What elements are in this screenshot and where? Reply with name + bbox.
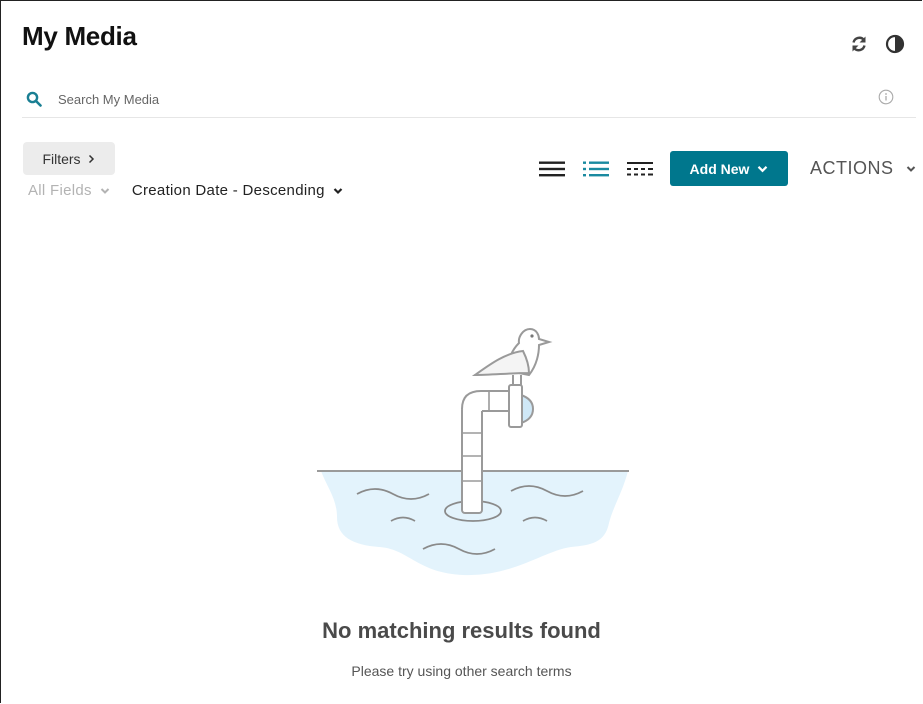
empty-state-subtitle: Please try using other search terms (351, 663, 572, 679)
seagull-periscope-illustration (317, 327, 629, 576)
field-filter-label: All Fields (28, 182, 92, 199)
sort-controls: All Fields Creation Date - Descending (28, 182, 343, 199)
filters-button[interactable]: Filters (23, 142, 115, 175)
chevron-down-icon (100, 187, 110, 194)
search-icon[interactable] (26, 89, 46, 109)
field-filter-dropdown[interactable]: All Fields (28, 182, 110, 199)
info-icon[interactable] (878, 89, 896, 107)
empty-state-title: No matching results found (322, 618, 601, 643)
refresh-icon[interactable] (848, 33, 870, 55)
search-bar (22, 81, 916, 118)
grid-view-icon[interactable] (626, 157, 654, 181)
my-media-page: My Media Search My Media Filters All Fie… (0, 0, 922, 703)
sort-order-dropdown[interactable]: Creation Date - Descending (132, 182, 343, 199)
details-view-icon[interactable] (538, 157, 566, 181)
add-new-button[interactable]: Add New (670, 151, 788, 186)
actions-label: ACTIONS (810, 158, 894, 178)
header-actions (848, 33, 906, 55)
chevron-down-icon (758, 165, 768, 172)
actions-dropdown[interactable]: ACTIONS (810, 158, 916, 179)
add-new-label: Add New (689, 160, 750, 177)
page-title: My Media (22, 21, 137, 51)
sort-order-label: Creation Date - Descending (131, 182, 325, 199)
list-view-icon[interactable] (582, 157, 610, 181)
search-input[interactable] (56, 90, 840, 108)
chevron-down-icon (333, 187, 343, 194)
filters-label: Filters (42, 150, 81, 167)
chevron-right-icon (88, 154, 94, 163)
contrast-icon[interactable] (884, 33, 906, 55)
chevron-down-icon (906, 165, 915, 172)
view-mode-toggles (538, 157, 654, 181)
